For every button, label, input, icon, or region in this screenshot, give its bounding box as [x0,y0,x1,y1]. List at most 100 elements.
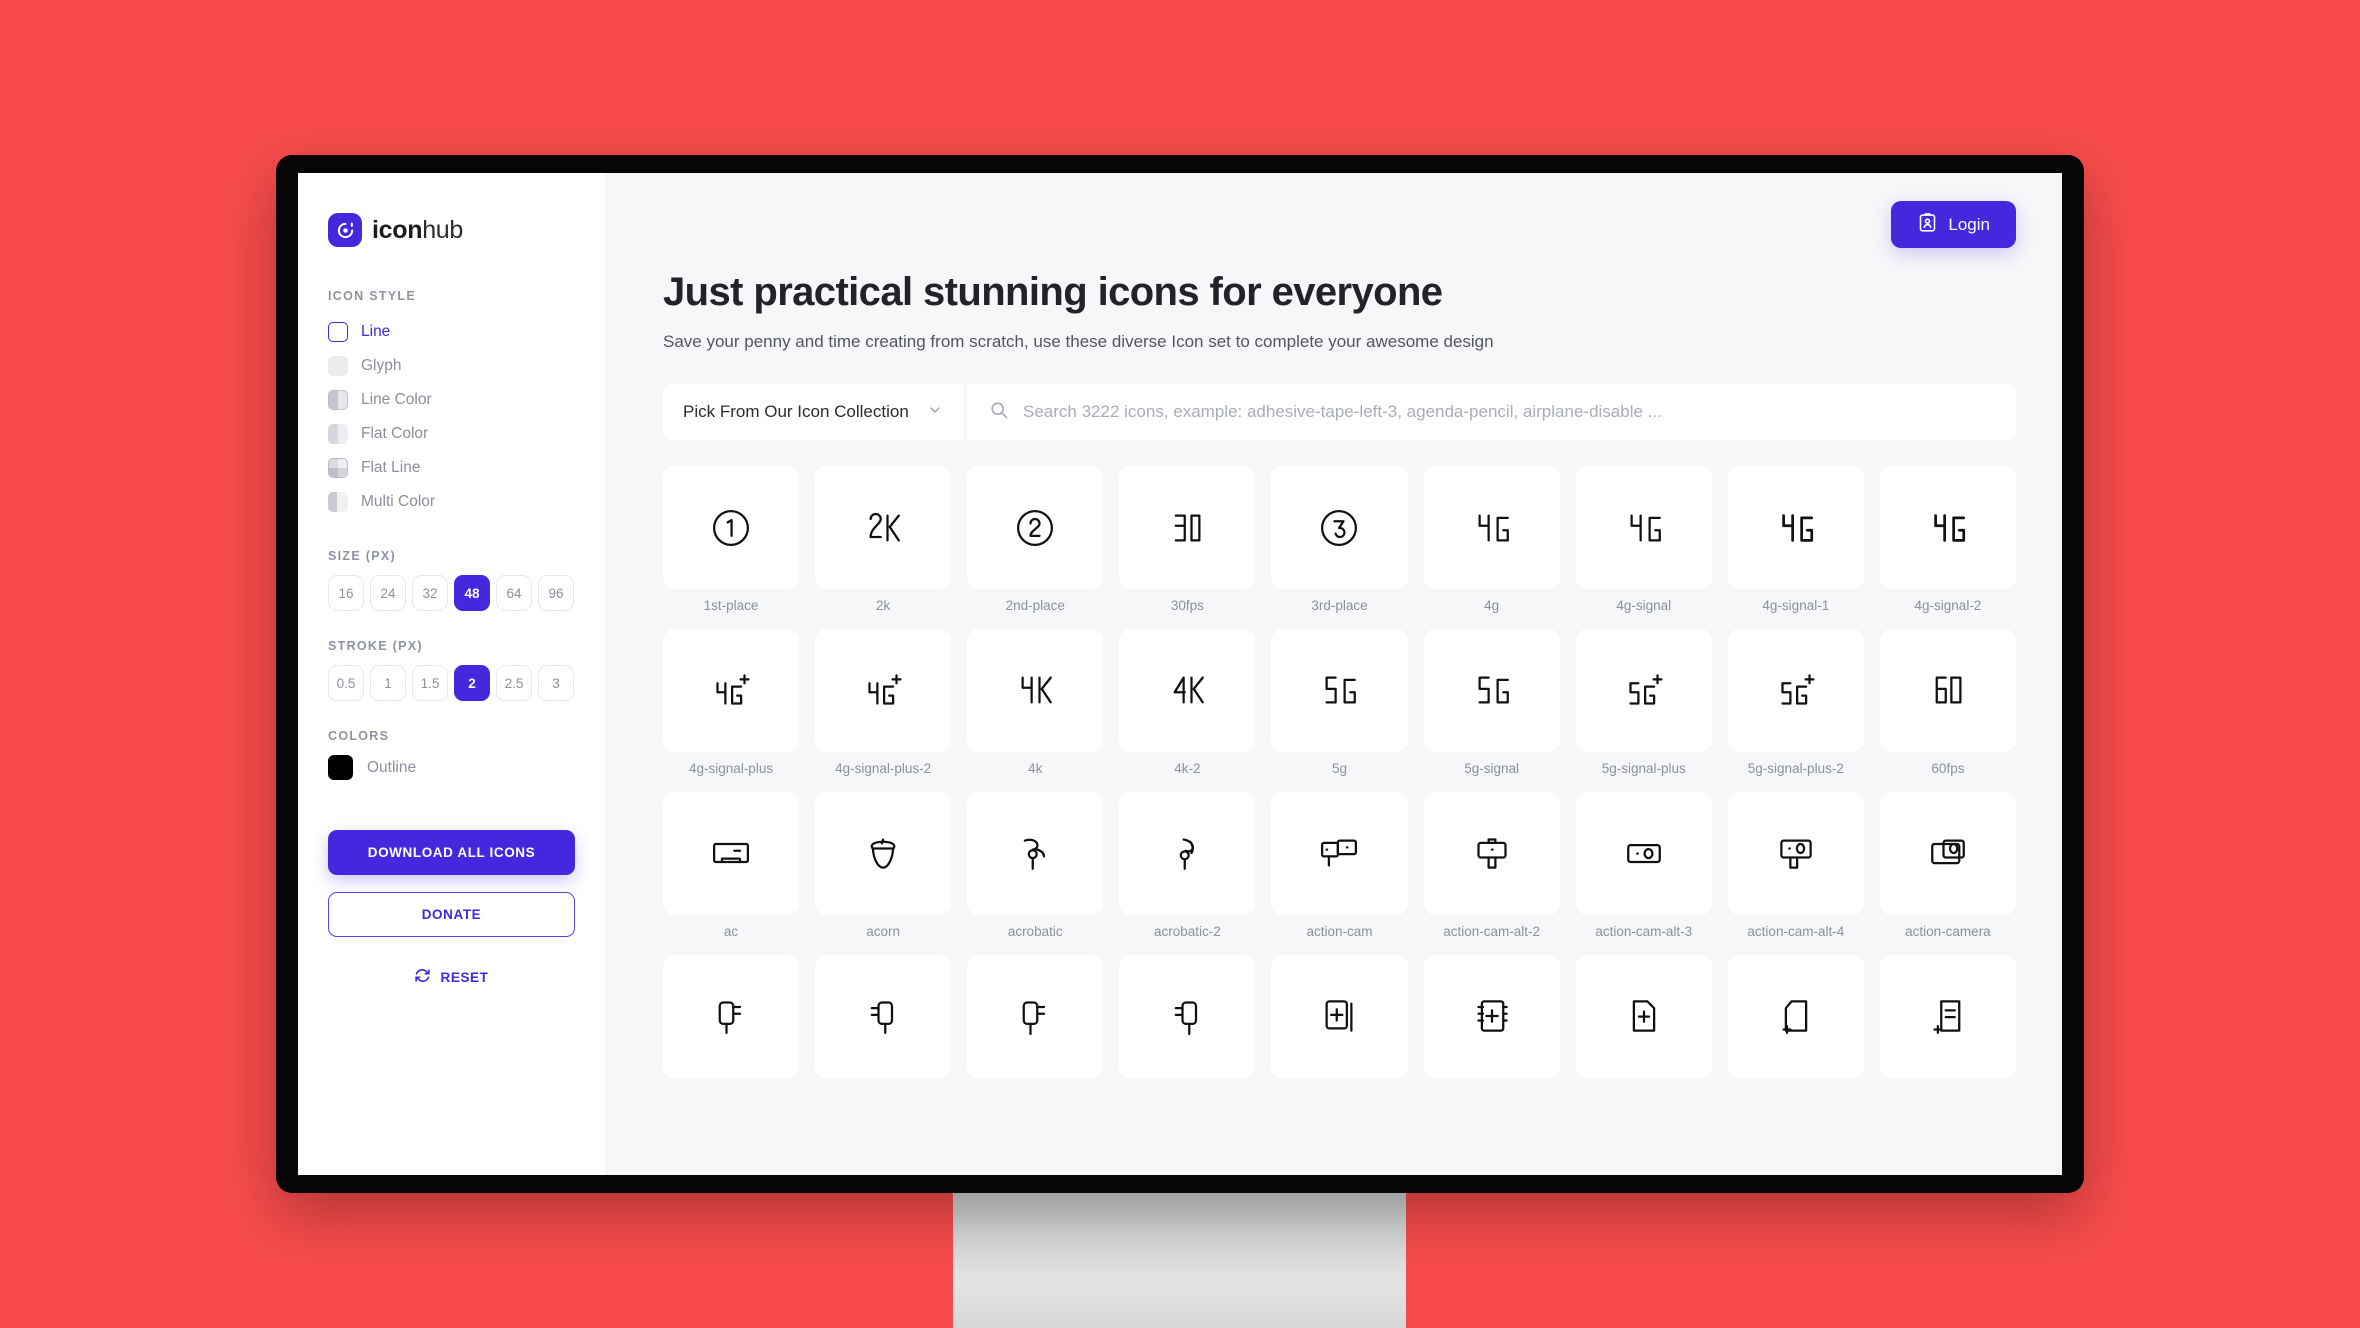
icon-label: action-cam [1306,923,1373,939]
icon-cell[interactable]: 2k [815,466,952,615]
icon-label: 4k-2 [1174,760,1201,776]
icon-label: 2nd-place [1005,598,1065,613]
icon-cell[interactable]: 5g-signal [1423,628,1560,778]
outline-color-swatch[interactable] [328,755,353,780]
icon-cell[interactable]: 60fps [1879,628,2016,778]
chevron-down-icon [927,402,943,423]
icon-cell[interactable]: 4g-signal-plus [663,628,800,778]
icon-tile [663,466,800,589]
icon-cell[interactable] [1879,954,2016,1087]
icon-tile [1271,466,1408,589]
collection-dropdown[interactable]: Pick From Our Icon Collection [663,384,963,440]
icon-cell[interactable] [1271,954,1408,1087]
icon-cell[interactable]: acrobatic-2 [1119,791,1256,941]
stroke-chip-0-5[interactable]: 0.5 [328,665,364,701]
page-subtitle: Save your penny and time creating from s… [663,332,1494,351]
download-all-icons-button[interactable]: DOWNLOAD ALL ICONS [328,830,575,875]
size-chip-64[interactable]: 64 [496,575,532,611]
size-heading: SIZE (PX) [328,549,396,563]
icon-cell[interactable]: ac [663,791,800,941]
icon-label: 30fps [1170,598,1204,613]
icon-cell[interactable]: acorn [815,791,952,941]
icon-tile [663,791,800,915]
icon-tile [1727,791,1864,915]
search-input[interactable] [1023,402,1994,422]
style-option-flat-color[interactable]: Flat Color [328,417,575,451]
icon-tile [1727,466,1864,589]
outline-color-row[interactable]: Outline [328,755,575,780]
size-chip-32[interactable]: 32 [412,575,448,611]
brand-name-light: hub [422,215,464,244]
refresh-icon [414,967,431,987]
icon-cell[interactable]: 5g [1271,628,1408,778]
iconhub-logo-icon [328,213,362,247]
icon-cell[interactable]: 4g-signal-1 [1727,466,1864,615]
icon-cell[interactable]: 30fps [1119,466,1256,615]
page-title: Just practical stunning icons for everyo… [663,270,1443,314]
style-option-glyph[interactable]: Glyph [328,349,575,383]
icon-tile [1727,628,1864,752]
icon-cell[interactable]: 3rd-place [1271,466,1408,615]
icon-cell[interactable]: 4g-signal-plus-2 [815,628,952,778]
reset-button[interactable]: RESET [328,967,575,987]
icon-cell[interactable]: 1st-place [663,466,800,615]
icon-cell[interactable]: 4k [967,628,1104,778]
stroke-chip-2-5[interactable]: 2.5 [496,665,532,701]
login-label: Login [1948,214,1990,234]
swatch-glyph-icon [328,356,348,376]
icon-cell[interactable]: 4g [1423,466,1560,615]
icon-cell[interactable] [967,954,1104,1087]
icon-style-heading: ICON STYLE [328,289,417,303]
main-content: Login Just practical stunning icons for … [605,173,2062,1175]
swatch-line-color-icon [328,390,348,410]
stroke-chip-1-5[interactable]: 1.5 [412,665,448,701]
icon-cell[interactable]: 4g-signal-2 [1879,466,2016,615]
icon-label: 5g-signal [1464,760,1519,776]
size-chip-96[interactable]: 96 [538,575,574,611]
icon-cell[interactable]: action-camera [1879,791,2016,941]
login-button[interactable]: Login [1891,201,2016,248]
icon-tile [1575,791,1712,915]
icon-label: 5g [1331,760,1347,776]
icon-tile [967,954,1104,1078]
icon-label: 4k [1028,760,1043,776]
size-chip-48[interactable]: 48 [454,575,490,611]
size-chip-24[interactable]: 24 [370,575,406,611]
icon-cell[interactable]: action-cam-alt-4 [1727,791,1864,941]
icon-cell[interactable]: acrobatic [967,791,1104,941]
style-option-line-color[interactable]: Line Color [328,383,575,417]
stroke-chip-2[interactable]: 2 [454,665,490,701]
icon-label: action-cam-alt-3 [1595,923,1693,939]
stroke-chip-row: 0.5 1 1.5 2 2.5 3 [328,665,575,701]
donate-button[interactable]: DONATE [328,892,575,937]
style-option-flat-line[interactable]: Flat Line [328,451,575,485]
icon-label: action-camera [1905,923,1991,939]
header-bar: Login [663,201,2016,248]
reset-label: RESET [440,969,489,985]
icon-cell[interactable]: 5g-signal-plus [1575,628,1712,778]
icon-tile [1119,466,1256,589]
stroke-chip-1[interactable]: 1 [370,665,406,701]
icon-cell[interactable] [1727,954,1864,1087]
icon-tile [663,954,800,1078]
icon-cell[interactable] [1423,954,1560,1087]
size-chip-16[interactable]: 16 [328,575,364,611]
icon-cell[interactable]: action-cam [1271,791,1408,941]
style-label: Line Color [361,391,432,408]
icon-cell[interactable]: action-cam-alt-3 [1575,791,1712,941]
icon-cell[interactable]: 5g-signal-plus-2 [1727,628,1864,778]
icon-cell[interactable]: 4k-2 [1119,628,1256,778]
icon-label: 3rd-place [1311,598,1368,613]
search-field-wrapper[interactable] [967,384,2016,440]
icon-cell[interactable] [663,954,800,1087]
icon-cell[interactable] [1119,954,1256,1087]
icon-cell[interactable] [815,954,952,1087]
style-option-line[interactable]: Line [328,315,575,349]
icon-cell[interactable]: 2nd-place [967,466,1104,615]
stroke-chip-3[interactable]: 3 [538,665,574,701]
style-option-multi-color[interactable]: Multi Color [328,485,575,519]
icon-cell[interactable]: 4g-signal [1575,466,1712,615]
icon-cell[interactable] [1575,954,1712,1087]
brand-logo[interactable]: iconhub [328,213,575,247]
icon-cell[interactable]: action-cam-alt-2 [1423,791,1560,941]
